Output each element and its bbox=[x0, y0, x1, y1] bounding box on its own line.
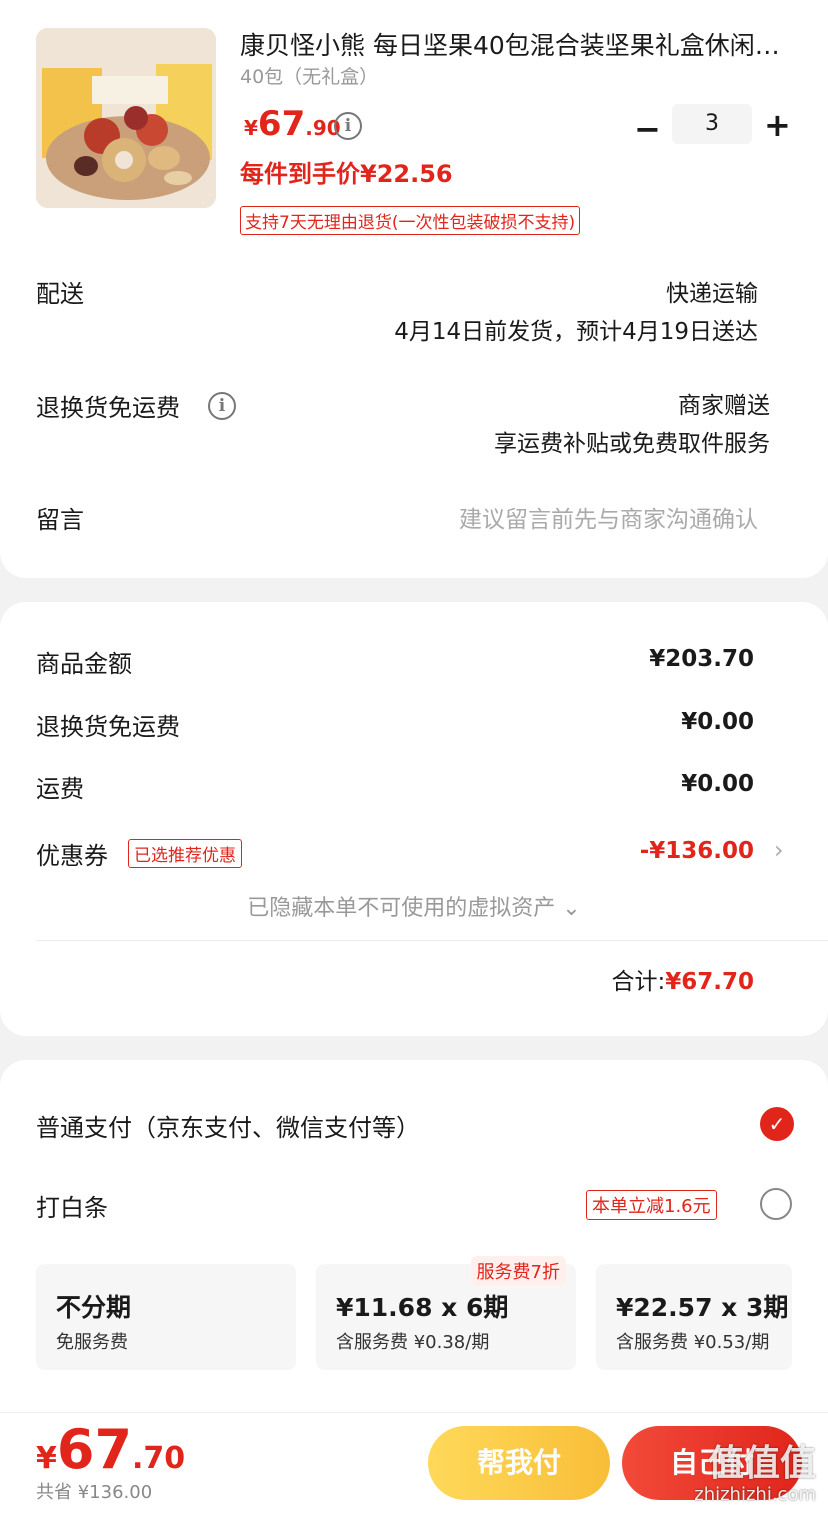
watermark-url: zhizhizhi.com bbox=[694, 1484, 816, 1505]
unit-price: ¥67.90 bbox=[244, 104, 341, 144]
footer-saved: 共省 ¥136.00 bbox=[36, 1482, 153, 1503]
order-total-value: ¥67.70 bbox=[665, 969, 754, 995]
installment-plan-none[interactable]: 不分期 免服务费 bbox=[36, 1264, 296, 1370]
message-input[interactable]: 建议留言前先与商家沟通确认 bbox=[459, 500, 758, 534]
plan-title: ¥11.68 x 6期 bbox=[336, 1293, 509, 1322]
quantity-input[interactable]: 3 bbox=[672, 104, 752, 144]
coupon-recommended-tag: 已选推荐优惠 bbox=[128, 839, 242, 868]
summary-divider bbox=[36, 940, 828, 941]
plan-subtitle: 含服务费 ¥0.38/期 bbox=[336, 1332, 490, 1353]
installment-plan-6[interactable]: 服务费7折 ¥11.68 x 6期 含服务费 ¥0.38/期 bbox=[316, 1256, 576, 1370]
return-shipping-info-icon[interactable]: i bbox=[208, 392, 236, 420]
coupon-label: 优惠券 bbox=[36, 842, 108, 870]
baitiao-discount-tag: 本单立减1.6元 bbox=[586, 1190, 717, 1220]
product-spec[interactable]: 40包（无礼盒） bbox=[240, 62, 378, 89]
plan-title: 不分期 bbox=[56, 1293, 132, 1322]
price-info-icon[interactable]: i bbox=[334, 112, 362, 140]
hidden-assets-toggle[interactable]: 已隐藏本单不可使用的虚拟资产 ⌄ bbox=[0, 890, 828, 922]
baitiao-option[interactable]: 打白条 bbox=[36, 1188, 108, 1223]
order-item-card: 康贝怪小熊 每日坚果40包混合装坚果礼盒休闲零食 40包（无礼盒） ¥67.90… bbox=[0, 0, 828, 578]
normal-payment-option[interactable]: 普通支付（京东支付、微信支付等） bbox=[36, 1108, 420, 1143]
quantity-decrease-button[interactable]: − bbox=[634, 110, 661, 148]
goods-amount-value: ¥203.70 bbox=[649, 646, 754, 672]
plan-title: ¥22.57 x 3期 bbox=[616, 1293, 789, 1322]
message-label: 留言 bbox=[36, 506, 84, 534]
per-unit-price: 每件到手价¥22.56 bbox=[240, 160, 453, 188]
return-policy-badge: 支持7天无理由退货(一次性包装破损不支持) bbox=[240, 206, 581, 235]
goods-amount-label: 商品金额 bbox=[36, 650, 132, 678]
shipping-fee-value: ¥0.00 bbox=[681, 771, 754, 797]
watermark-logo: 值值值 bbox=[707, 1443, 816, 1484]
footer-total: ¥67.70 bbox=[36, 1418, 186, 1481]
return-fee-label: 退换货免运费 bbox=[36, 713, 180, 741]
delivery-label: 配送 bbox=[36, 280, 84, 308]
delivery-method[interactable]: 快递运输 bbox=[666, 274, 758, 308]
shipping-fee-label: 运费 bbox=[36, 775, 84, 803]
delivery-schedule[interactable]: 4月14日前发货，预计4月19日送达 bbox=[394, 312, 758, 346]
plan-subtitle: 免服务费 bbox=[56, 1332, 128, 1353]
plan-subtitle: 含服务费 ¥0.53/期 bbox=[616, 1332, 770, 1353]
installment-plan-3[interactable]: ¥22.57 x 3期 含服务费 ¥0.53/期 bbox=[596, 1264, 792, 1370]
return-shipping-value: 商家赠送 bbox=[678, 393, 770, 419]
product-title[interactable]: 康贝怪小熊 每日坚果40包混合装坚果礼盒休闲零食 bbox=[240, 26, 800, 62]
baitiao-radio[interactable] bbox=[760, 1188, 792, 1220]
coupon-chevron-icon[interactable]: › bbox=[774, 836, 784, 864]
quantity-increase-button[interactable]: + bbox=[764, 106, 791, 144]
product-thumbnail[interactable] bbox=[36, 28, 216, 208]
return-shipping-detail: 享运费补贴或免费取件服务 bbox=[494, 431, 770, 457]
coupon-value[interactable]: -¥136.00 bbox=[640, 838, 754, 864]
plan-discount-badge: 服务费7折 bbox=[470, 1256, 566, 1286]
order-total-label: 合计: bbox=[611, 969, 666, 995]
order-total: 合计:¥67.70 bbox=[611, 962, 754, 996]
return-shipping-label: 退换货免运费 bbox=[36, 394, 180, 422]
return-fee-value: ¥0.00 bbox=[681, 709, 754, 735]
normal-payment-check-icon[interactable]: ✓ bbox=[760, 1107, 794, 1141]
help-me-pay-button[interactable]: 帮我付 bbox=[428, 1426, 610, 1500]
